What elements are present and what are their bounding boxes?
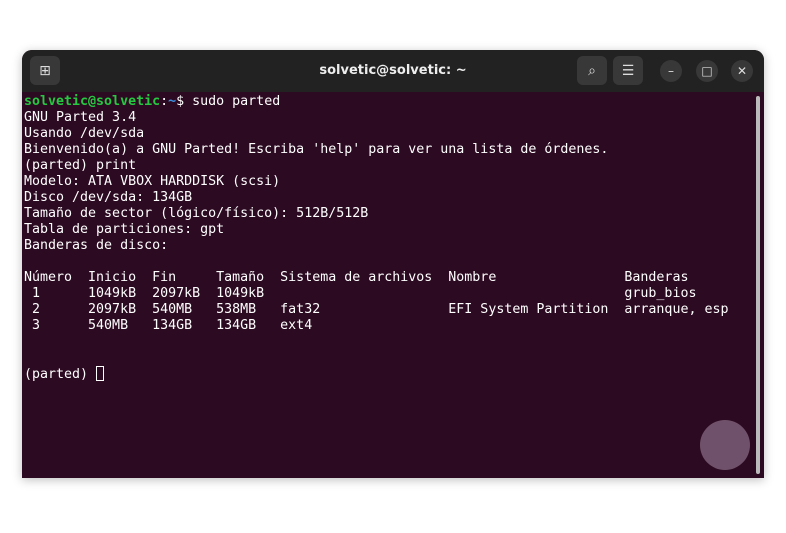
output-line: Bienvenido(a) a GNU Parted! Escriba 'hel… [24, 142, 609, 157]
window-title: solvetic@solvetic: ~ [319, 63, 467, 78]
output-line: Número Inicio Fin Tamaño Sistema de arch… [24, 270, 689, 285]
title-bar: ⊞ solvetic@solvetic: ~ ⌕ ☰ – □ ✕ [22, 50, 764, 92]
final-prompt: (parted) [24, 366, 750, 383]
output-line: Tamaño de sector (lógico/físico): 512B/5… [24, 206, 369, 221]
search-icon[interactable]: ⌕ [577, 56, 607, 85]
parted-prompt: (parted) [24, 367, 97, 382]
watermark-logo [700, 420, 750, 470]
terminal-output[interactable]: solvetic@solvetic:~$ sudo parted GNU Part… [24, 94, 750, 383]
output-line: Usando /dev/sda [24, 126, 145, 141]
output-line: Banderas de disco: [24, 238, 169, 253]
output-line: 3 540MB 134GB 134GB ext4 [24, 318, 313, 333]
menu-icon[interactable]: ☰ [613, 56, 643, 85]
command: sudo parted [192, 94, 281, 109]
output-line: 2 2097kB 540MB 538MB fat32 EFI System Pa… [24, 302, 729, 317]
scrollbar[interactable] [756, 96, 760, 474]
prompt-user: solvetic@solvetic [24, 94, 161, 109]
output-line: GNU Parted 3.4 [24, 110, 137, 125]
cursor [96, 366, 105, 381]
maximize-button[interactable]: □ [696, 60, 718, 82]
terminal-window: ⊞ solvetic@solvetic: ~ ⌕ ☰ – □ ✕ solveti… [22, 50, 764, 478]
prompt-path: ~ [168, 94, 177, 109]
prompt-dollar: $ [176, 94, 193, 109]
prompt-line: solvetic@solvetic:~$ sudo parted [24, 94, 750, 110]
minimize-button[interactable]: – [660, 60, 682, 82]
prompt-sep: : [160, 94, 169, 109]
output-line: Disco /dev/sda: 134GB [24, 190, 193, 205]
output-line: Tabla de particiones: gpt [24, 222, 225, 237]
output-line: (parted) print [24, 158, 137, 173]
close-button[interactable]: ✕ [731, 60, 753, 82]
output-line: 1 1049kB 2097kB 1049kB grub_bios [24, 286, 697, 301]
output-line: Modelo: ATA VBOX HARDDISK (scsi) [24, 174, 281, 189]
